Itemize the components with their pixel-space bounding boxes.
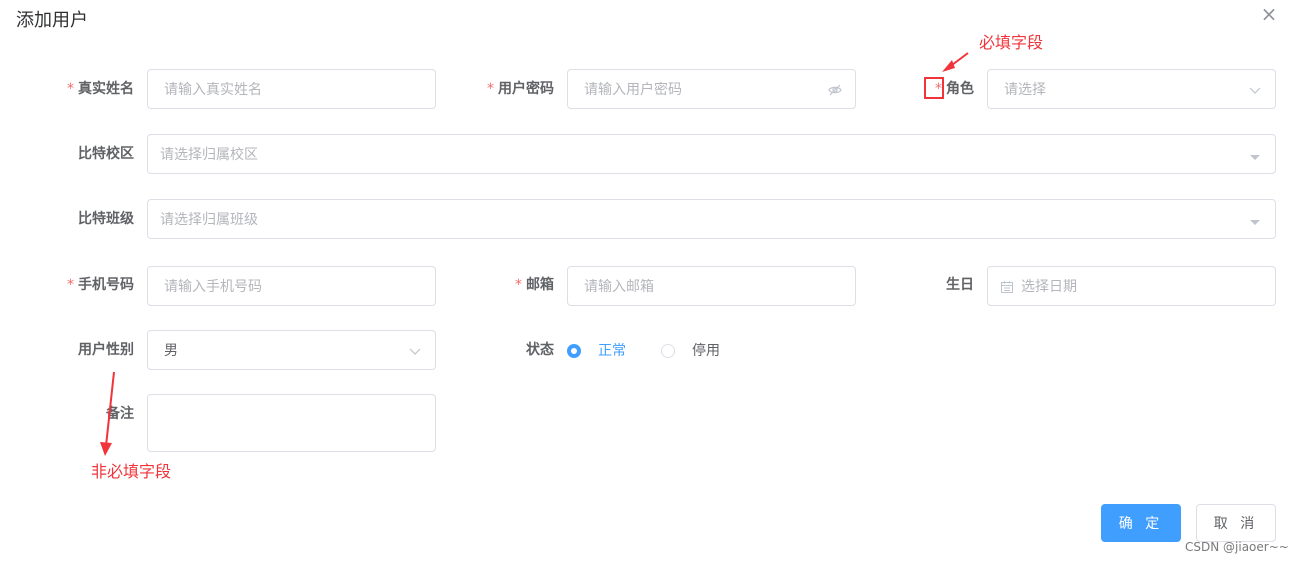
watermark: CSDN @jiaoer~~ (1185, 540, 1289, 554)
annotation-arrow-optional (105, 371, 115, 447)
annotation-arrows (100, 52, 969, 456)
arrow-head-icon (100, 442, 112, 456)
arrow-head-icon (942, 60, 955, 72)
